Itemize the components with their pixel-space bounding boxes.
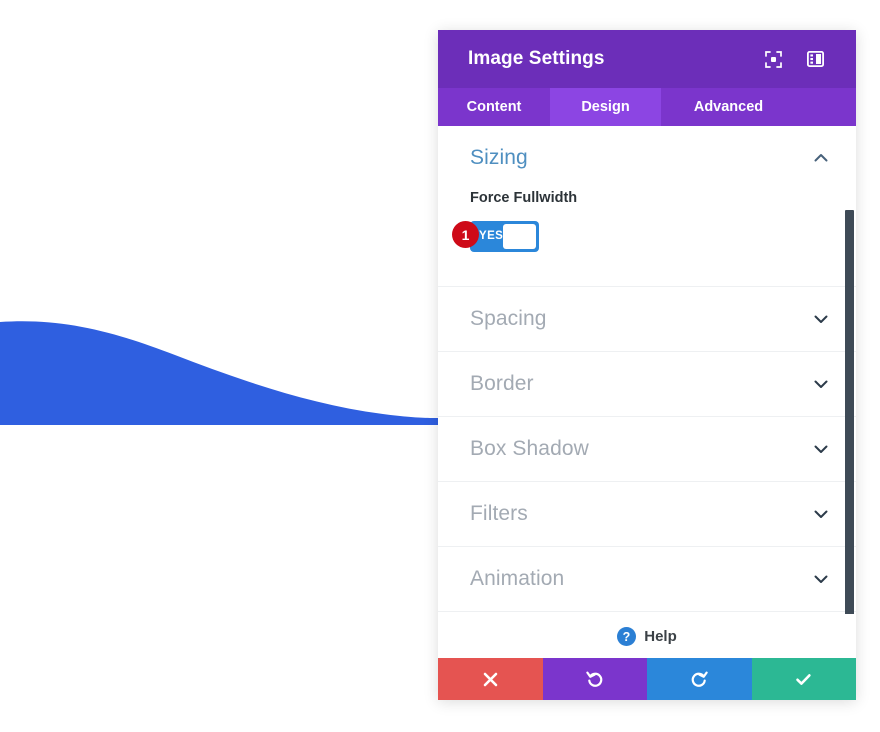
cancel-button[interactable]	[438, 658, 543, 700]
redo-arrow-icon	[691, 671, 708, 687]
modal-tab-bar: Content Design Advanced	[438, 88, 856, 126]
svg-text:?: ?	[623, 630, 631, 644]
section-box-shadow-header[interactable]: Box Shadow	[438, 417, 856, 481]
section-border-header[interactable]: Border	[438, 352, 856, 416]
tab-advanced[interactable]: Advanced	[661, 88, 796, 126]
force-fullwidth-label: Force Fullwidth	[470, 190, 578, 206]
chevron-down-icon[interactable]	[812, 375, 830, 393]
save-button[interactable]	[751, 658, 856, 700]
chevron-up-icon[interactable]	[812, 149, 830, 167]
section-filters: Filters	[438, 482, 856, 547]
chevron-down-icon[interactable]	[812, 310, 830, 328]
section-box-shadow-title: Box Shadow	[470, 437, 589, 460]
modal-action-bar	[438, 658, 856, 700]
modal-scrollbar-track[interactable]	[843, 126, 855, 614]
section-spacing: Spacing	[438, 287, 856, 352]
layout-panel-icon[interactable]	[800, 44, 830, 74]
undo-arrow-icon	[586, 671, 603, 687]
image-settings-modal: Image Settings Content Design Advanced S…	[438, 30, 856, 700]
tab-design[interactable]: Design	[550, 88, 661, 126]
section-sizing: Sizing Force Fullwidth 1 YES	[438, 126, 856, 287]
modal-scrollbar-thumb[interactable]	[845, 210, 854, 614]
help-button[interactable]: ? Help	[617, 626, 677, 646]
section-spacing-header[interactable]: Spacing	[438, 287, 856, 351]
modal-title: Image Settings	[468, 48, 605, 69]
section-sizing-header[interactable]: Sizing	[438, 126, 856, 190]
section-border: Border	[438, 352, 856, 417]
help-label: Help	[644, 627, 677, 645]
section-box-shadow: Box Shadow	[438, 417, 856, 482]
chevron-down-icon[interactable]	[812, 570, 830, 588]
section-animation: Animation	[438, 547, 856, 612]
step-number-badge: 1	[452, 221, 479, 248]
modal-header: Image Settings	[438, 30, 856, 88]
chevron-down-icon[interactable]	[812, 440, 830, 458]
modal-body: Sizing Force Fullwidth 1 YES Spacing Bor…	[438, 126, 856, 614]
checkmark-icon	[796, 673, 811, 685]
force-fullwidth-row: 1 YES	[452, 220, 824, 252]
section-spacing-title: Spacing	[470, 307, 547, 330]
section-animation-header[interactable]: Animation	[438, 547, 856, 611]
redo-button[interactable]	[647, 658, 752, 700]
question-mark-circle-icon: ?	[617, 626, 637, 646]
help-bar: ? Help	[438, 614, 856, 658]
chevron-down-icon[interactable]	[812, 505, 830, 523]
section-sizing-content: Force Fullwidth 1 YES	[438, 190, 856, 286]
undo-button[interactable]	[542, 658, 647, 700]
toggle-knob	[503, 223, 536, 249]
decorative-wave-shape	[0, 321, 440, 425]
close-x-icon	[483, 672, 498, 686]
section-sizing-title: Sizing	[470, 146, 528, 169]
section-filters-header[interactable]: Filters	[438, 482, 856, 546]
section-animation-title: Animation	[470, 567, 565, 590]
force-fullwidth-toggle[interactable]: YES	[470, 220, 539, 252]
section-border-title: Border	[470, 372, 534, 395]
tab-content[interactable]: Content	[438, 88, 550, 126]
fullscreen-expand-icon[interactable]	[758, 44, 788, 74]
section-filters-title: Filters	[470, 502, 528, 525]
